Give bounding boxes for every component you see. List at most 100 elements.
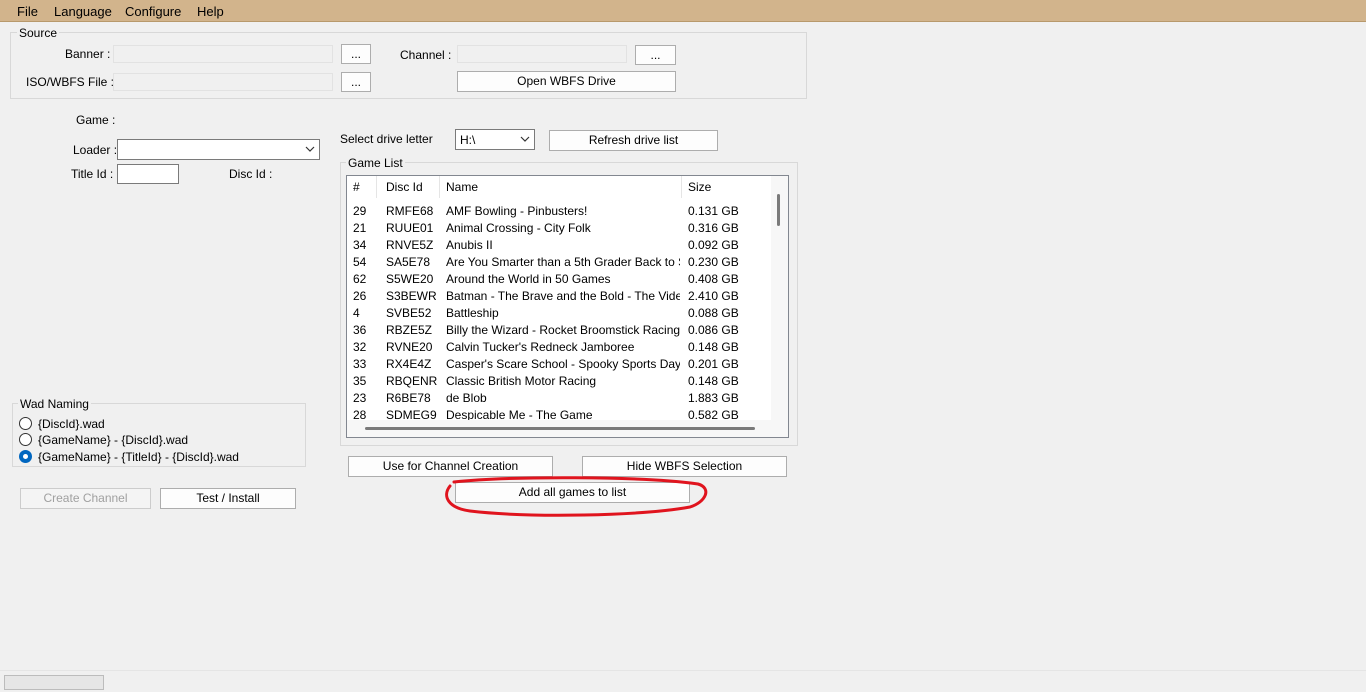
row-disc-id: RBZE5Z: [386, 323, 433, 337]
row-number: 26: [353, 289, 367, 303]
title-id-field[interactable]: [117, 164, 179, 184]
channel-field[interactable]: [457, 45, 627, 63]
row-name: Anubis II: [446, 238, 493, 252]
row-disc-id: S5WE20: [386, 272, 434, 286]
iso-browse-button[interactable]: ...: [341, 72, 371, 92]
row-size: 2.410 GB: [688, 289, 739, 303]
channel-browse-button[interactable]: ...: [635, 45, 676, 65]
disc-id-label: Disc Id :: [229, 167, 273, 181]
row-size: 0.148 GB: [688, 340, 739, 354]
row-number: 23: [353, 391, 367, 405]
menu-language[interactable]: Language: [54, 4, 112, 19]
column-header-number[interactable]: #: [347, 176, 377, 198]
game-label: Game :: [76, 113, 116, 127]
row-number: 4: [353, 306, 360, 320]
test-install-button[interactable]: Test / Install: [160, 488, 296, 509]
progress-bar: [4, 675, 104, 690]
menu-configure[interactable]: Configure: [125, 4, 181, 19]
menu-bar: File Language Configure Help: [0, 0, 1366, 22]
row-disc-id: R6BE78: [386, 391, 431, 405]
row-name: Around the World in 50 Games: [446, 272, 611, 286]
table-row[interactable]: 4 SVBE52 Battleship 0.088 GB: [347, 304, 767, 321]
table-row[interactable]: 21 RUUE01 Animal Crossing - City Folk 0.316…: [347, 219, 767, 236]
column-header-size[interactable]: Size: [682, 176, 767, 198]
row-disc-id: SVBE52: [386, 306, 432, 320]
drive-letter-dropdown[interactable]: H:\: [455, 129, 535, 150]
table-row[interactable]: 54 SA5E78 Are You Smarter than a 5th Grade…: [347, 253, 767, 270]
row-size: 0.088 GB: [688, 306, 739, 320]
annotation-circle: [445, 476, 708, 517]
row-name: Are You Smarter than a 5th Grader Back t…: [446, 255, 680, 269]
column-header-name[interactable]: Name: [440, 176, 682, 198]
banner-label: Banner :: [65, 47, 111, 61]
chevron-down-icon: [305, 146, 315, 152]
title-id-label: Title Id :: [71, 167, 114, 181]
row-name: Batman - The Brave and the Bold - The Vi…: [446, 289, 680, 303]
row-number: 62: [353, 272, 367, 286]
horizontal-scrollbar[interactable]: [347, 420, 788, 437]
row-name: Animal Crossing - City Folk: [446, 221, 591, 235]
iso-wbfs-label: ISO/WBFS File :: [26, 75, 115, 89]
row-disc-id: RVNE20: [386, 340, 433, 354]
refresh-drive-list-button[interactable]: Refresh drive list: [549, 130, 718, 151]
menu-help[interactable]: Help: [197, 4, 224, 19]
row-number: 34: [353, 238, 367, 252]
game-list-header: # Disc Id Name Size: [347, 176, 767, 198]
row-name: Calvin Tucker's Redneck Jamboree: [446, 340, 635, 354]
source-group-title: Source: [17, 26, 60, 40]
table-row[interactable]: 26 S3BEWR Batman - The Brave and the Bold …: [347, 287, 767, 304]
row-disc-id: RUUE01: [386, 221, 434, 235]
wad-option-radio-2[interactable]: [19, 450, 32, 463]
create-channel-button[interactable]: Create Channel: [20, 488, 151, 509]
row-number: 29: [353, 204, 367, 218]
loader-label: Loader :: [73, 143, 118, 157]
row-number: 32: [353, 340, 367, 354]
table-row[interactable]: 34 RNVE5Z Anubis II 0.092 GB: [347, 236, 767, 253]
column-header-disc-id[interactable]: Disc Id: [380, 176, 440, 198]
horizontal-scroll-thumb[interactable]: [365, 427, 755, 430]
row-size: 0.408 GB: [688, 272, 739, 286]
row-disc-id: RX4E4Z: [386, 357, 432, 371]
loader-dropdown[interactable]: [117, 139, 320, 160]
open-wbfs-drive-button[interactable]: Open WBFS Drive: [457, 71, 676, 92]
wad-option-radio-0[interactable]: [19, 417, 32, 430]
vertical-scroll-thumb[interactable]: [777, 194, 780, 226]
vertical-scrollbar[interactable]: [771, 176, 788, 420]
table-row[interactable]: 23 R6BE78 de Blob 1.883 GB: [347, 389, 767, 406]
channel-label: Channel :: [400, 48, 452, 62]
banner-field[interactable]: [113, 45, 333, 63]
row-number: 35: [353, 374, 367, 388]
row-size: 0.131 GB: [688, 204, 739, 218]
row-disc-id: RNVE5Z: [386, 238, 434, 252]
row-disc-id: S3BEWR: [386, 289, 437, 303]
table-row[interactable]: 62 S5WE20 Around the World in 50 Games 0.40…: [347, 270, 767, 287]
iso-wbfs-field[interactable]: [113, 73, 333, 91]
row-name: de Blob: [446, 391, 487, 405]
row-size: 0.092 GB: [688, 238, 739, 252]
table-row[interactable]: 32 RVNE20 Calvin Tucker's Redneck Jamboree…: [347, 338, 767, 355]
wad-naming-title: Wad Naming: [18, 397, 91, 411]
select-drive-label: Select drive letter: [340, 132, 433, 146]
wad-option-radio-1[interactable]: [19, 433, 32, 446]
wad-option-label-1: {GameName} - {DiscId}.wad: [38, 433, 189, 447]
row-name: AMF Bowling - Pinbusters!: [446, 204, 588, 218]
row-number: 21: [353, 221, 367, 235]
table-row[interactable]: 35 RBQENR Classic British Motor Racing 0.14…: [347, 372, 767, 389]
row-size: 1.883 GB: [688, 391, 739, 405]
row-number: 33: [353, 357, 367, 371]
table-row[interactable]: 36 RBZE5Z Billy the Wizard - Rocket Brooms…: [347, 321, 767, 338]
menu-file[interactable]: File: [17, 4, 38, 19]
row-disc-id: SA5E78: [386, 255, 431, 269]
status-bar: [0, 670, 1366, 692]
row-number: 36: [353, 323, 367, 337]
wad-option-label-0: {DiscId}.wad: [38, 417, 105, 431]
row-number: 54: [353, 255, 367, 269]
row-size: 0.086 GB: [688, 323, 739, 337]
table-row[interactable]: 29 RMFE68 AMF Bowling - Pinbusters! 0.131 G…: [347, 202, 767, 219]
row-name: Classic British Motor Racing: [446, 374, 597, 388]
banner-browse-button[interactable]: ...: [341, 44, 371, 64]
wad-option-label-2: {GameName} - {TitleId} - {DiscId}.wad: [38, 450, 239, 464]
game-list-view[interactable]: # Disc Id Name Size 29 RMFE68 AMF Bowling …: [346, 175, 789, 438]
row-size: 0.230 GB: [688, 255, 739, 269]
table-row[interactable]: 33 RX4E4Z Casper's Scare School - Spooky S…: [347, 355, 767, 372]
